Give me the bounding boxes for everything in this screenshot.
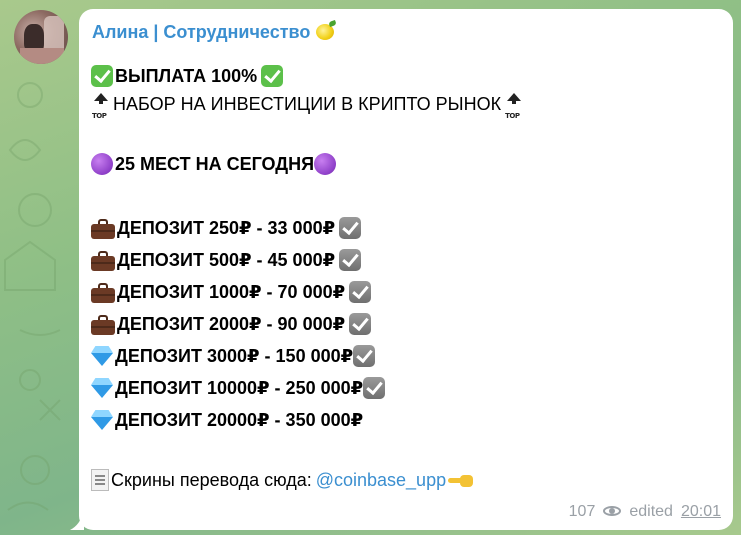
deposit-text-7: ДЕПОЗИТ 20000₽ - 350 000₽ <box>115 410 364 430</box>
message-time[interactable]: 20:01 <box>681 503 721 521</box>
edited-label: edited <box>629 503 673 520</box>
message-meta: 107 edited 20:01 <box>569 503 721 521</box>
diamond-icon <box>91 378 113 398</box>
deposit-line-4: ДЕПОЗИТ 2000₽ - 90 000₽ <box>91 312 373 336</box>
lemon-icon <box>316 24 335 40</box>
check-mark-icon <box>91 65 113 87</box>
places-text: 25 МЕСТ НА СЕГОДНЯ <box>115 154 315 174</box>
check-box-icon <box>339 249 362 271</box>
briefcase-icon <box>91 283 115 303</box>
check-box-icon <box>349 281 372 303</box>
sender-name-text: Алина | Сотрудничество <box>92 22 311 42</box>
recruit-text: НАБОР НА ИНВЕСТИЦИИ В КРИПТО РЫНОК <box>113 94 502 114</box>
sender-name[interactable]: Алина | Сотрудничество <box>92 22 335 43</box>
username-link[interactable]: @coinbase_upp <box>316 468 446 492</box>
receipt-icon <box>91 469 109 491</box>
check-box-icon <box>363 377 386 399</box>
check-mark-icon <box>261 65 284 87</box>
message-bubble[interactable]: Алина | Сотрудничество ВЫПЛАТА 100% НАБО… <box>79 9 733 530</box>
purple-circle-icon <box>314 153 337 175</box>
deposit-text-2: ДЕПОЗИТ 500₽ - 45 000₽ <box>117 250 336 270</box>
deposit-text-6: ДЕПОЗИТ 10000₽ - 250 000₽ <box>115 378 364 398</box>
payout-line: ВЫПЛАТА 100% <box>91 64 285 88</box>
deposit-line-3: ДЕПОЗИТ 1000₽ - 70 000₽ <box>91 280 373 304</box>
check-box-icon <box>353 345 376 367</box>
payout-text: ВЫПЛАТА 100% <box>115 66 258 86</box>
top-arrow-icon <box>91 93 111 128</box>
recruit-line: НАБОР НА ИНВЕСТИЦИИ В КРИПТО РЫНОК <box>91 92 526 128</box>
check-box-icon <box>349 313 372 335</box>
avatar-shape-3 <box>20 48 64 64</box>
purple-circle-icon <box>91 153 113 175</box>
briefcase-icon <box>91 315 115 335</box>
check-box-icon <box>339 217 362 239</box>
deposit-text-1: ДЕПОЗИТ 250₽ - 33 000₽ <box>117 218 336 238</box>
briefcase-icon <box>91 219 115 239</box>
deposit-line-5: ДЕПОЗИТ 3000₽ - 150 000₽ <box>91 344 377 368</box>
diamond-icon <box>91 346 113 366</box>
places-line: 25 МЕСТ НА СЕГОДНЯ <box>91 152 338 176</box>
view-count: 107 <box>568 503 596 520</box>
deposit-text-3: ДЕПОЗИТ 1000₽ - 70 000₽ <box>117 282 346 302</box>
deposit-text-4: ДЕПОЗИТ 2000₽ - 90 000₽ <box>117 314 346 334</box>
deposit-text-5: ДЕПОЗИТ 3000₽ - 150 000₽ <box>115 346 354 366</box>
top-arrow-icon <box>504 93 524 128</box>
sender-avatar[interactable] <box>14 10 68 64</box>
deposit-line-7: ДЕПОЗИТ 20000₽ - 350 000₽ <box>91 408 363 432</box>
screenshots-text: Скрины перевода сюда: <box>111 470 312 490</box>
briefcase-icon <box>91 251 115 271</box>
deposit-line-6: ДЕПОЗИТ 10000₽ - 250 000₽ <box>91 376 387 400</box>
screenshots-line: Скрины перевода сюда: @coinbase_upp <box>91 468 476 492</box>
diamond-icon <box>91 410 113 430</box>
deposit-line-2: ДЕПОЗИТ 500₽ - 45 000₽ <box>91 248 363 272</box>
eye-icon <box>603 506 623 518</box>
deposit-line-1: ДЕПОЗИТ 250₽ - 33 000₽ <box>91 216 363 240</box>
pointing-left-icon <box>448 472 474 488</box>
